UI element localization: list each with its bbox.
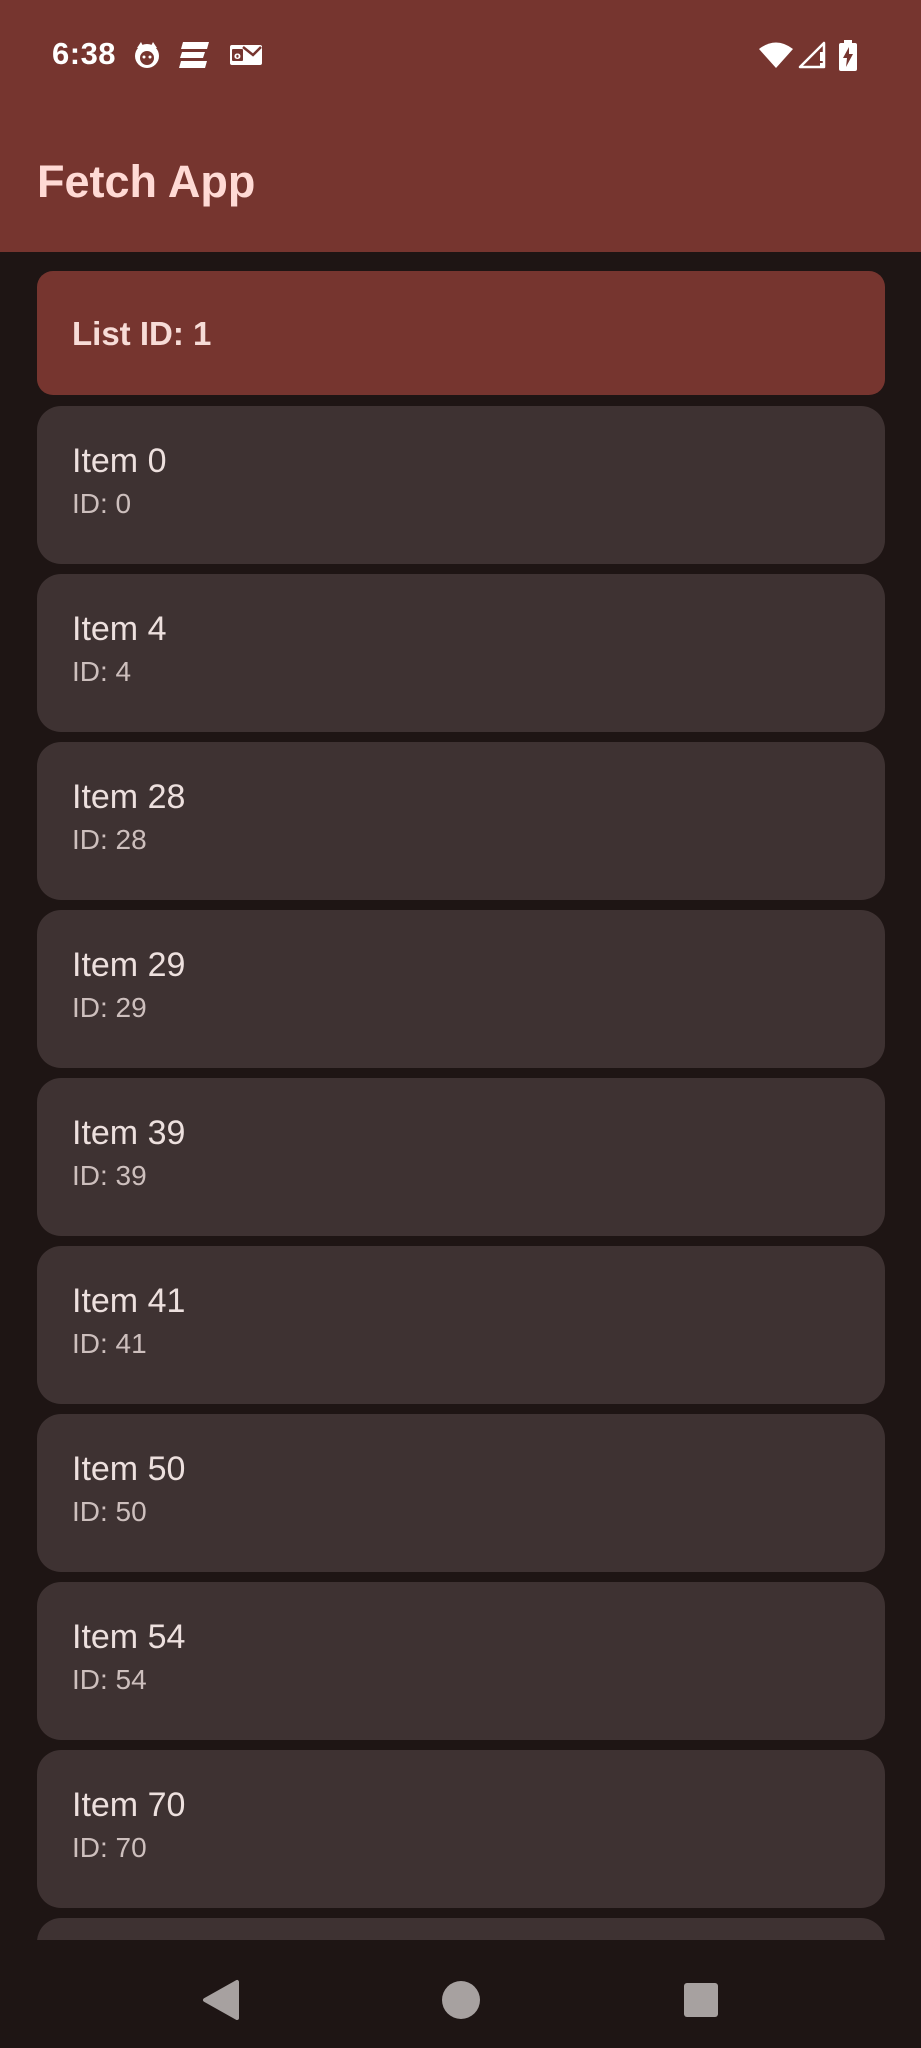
item-id: ID: 70 xyxy=(72,1832,147,1863)
item-id: ID: 39 xyxy=(72,1160,147,1191)
svg-text:o: o xyxy=(234,51,241,62)
app-title: Fetch App xyxy=(37,156,256,207)
item-name: Item 41 xyxy=(72,1282,186,1320)
list-item[interactable]: Item 50 ID: 50 xyxy=(37,1414,885,1572)
item-name: Item 54 xyxy=(72,1618,186,1656)
item-id: ID: 41 xyxy=(72,1328,147,1359)
list-item[interactable]: Item 41 ID: 41 xyxy=(37,1246,885,1404)
status-bar: 6:38 o xyxy=(0,0,921,110)
item-id: ID: 28 xyxy=(72,824,147,855)
wifi-icon xyxy=(759,42,793,68)
status-time: 6:38 xyxy=(52,36,117,71)
back-icon[interactable] xyxy=(191,1970,251,2030)
list-item[interactable]: Item 28 ID: 28 xyxy=(37,742,885,900)
cat-notification-icon xyxy=(135,42,159,68)
list-item[interactable]: Item 54 ID: 54 xyxy=(37,1582,885,1740)
item-name: Item 28 xyxy=(72,778,186,816)
list-item[interactable]: Item 4 ID: 4 xyxy=(37,574,885,732)
item-list[interactable]: List ID: 1 Item 0 ID: 0 Item 4 ID: 4 Ite… xyxy=(0,252,921,1940)
item-name: Item 39 xyxy=(72,1114,186,1152)
app-e-notification-icon xyxy=(179,42,209,68)
item-name: Item 29 xyxy=(72,946,186,984)
list-item[interactable] xyxy=(37,1918,885,1940)
item-name: Item 0 xyxy=(72,442,167,480)
list-item[interactable]: Item 70 ID: 70 xyxy=(37,1750,885,1908)
item-name: Item 50 xyxy=(72,1450,186,1488)
list-group-label: List ID: 1 xyxy=(72,315,212,352)
battery-charging-icon xyxy=(839,40,857,71)
list-group-header: List ID: 1 xyxy=(37,271,885,395)
app-bar: Fetch App xyxy=(0,110,921,252)
item-id: ID: 50 xyxy=(72,1496,147,1527)
item-id: ID: 54 xyxy=(72,1664,147,1695)
item-id: ID: 29 xyxy=(72,992,147,1023)
mail-notification-icon: o xyxy=(230,45,262,65)
list-item[interactable]: Item 29 ID: 29 xyxy=(37,910,885,1068)
list-item[interactable]: Item 0 ID: 0 xyxy=(37,406,885,564)
cell-signal-icon xyxy=(798,41,826,69)
item-id: ID: 0 xyxy=(72,488,132,519)
item-id: ID: 4 xyxy=(72,656,132,687)
home-icon[interactable] xyxy=(431,1970,491,2030)
item-name: Item 4 xyxy=(72,610,167,648)
navigation-bar xyxy=(0,1940,921,2048)
recents-icon[interactable] xyxy=(671,1970,731,2030)
list-item[interactable]: Item 39 ID: 39 xyxy=(37,1078,885,1236)
item-name: Item 70 xyxy=(72,1786,186,1824)
